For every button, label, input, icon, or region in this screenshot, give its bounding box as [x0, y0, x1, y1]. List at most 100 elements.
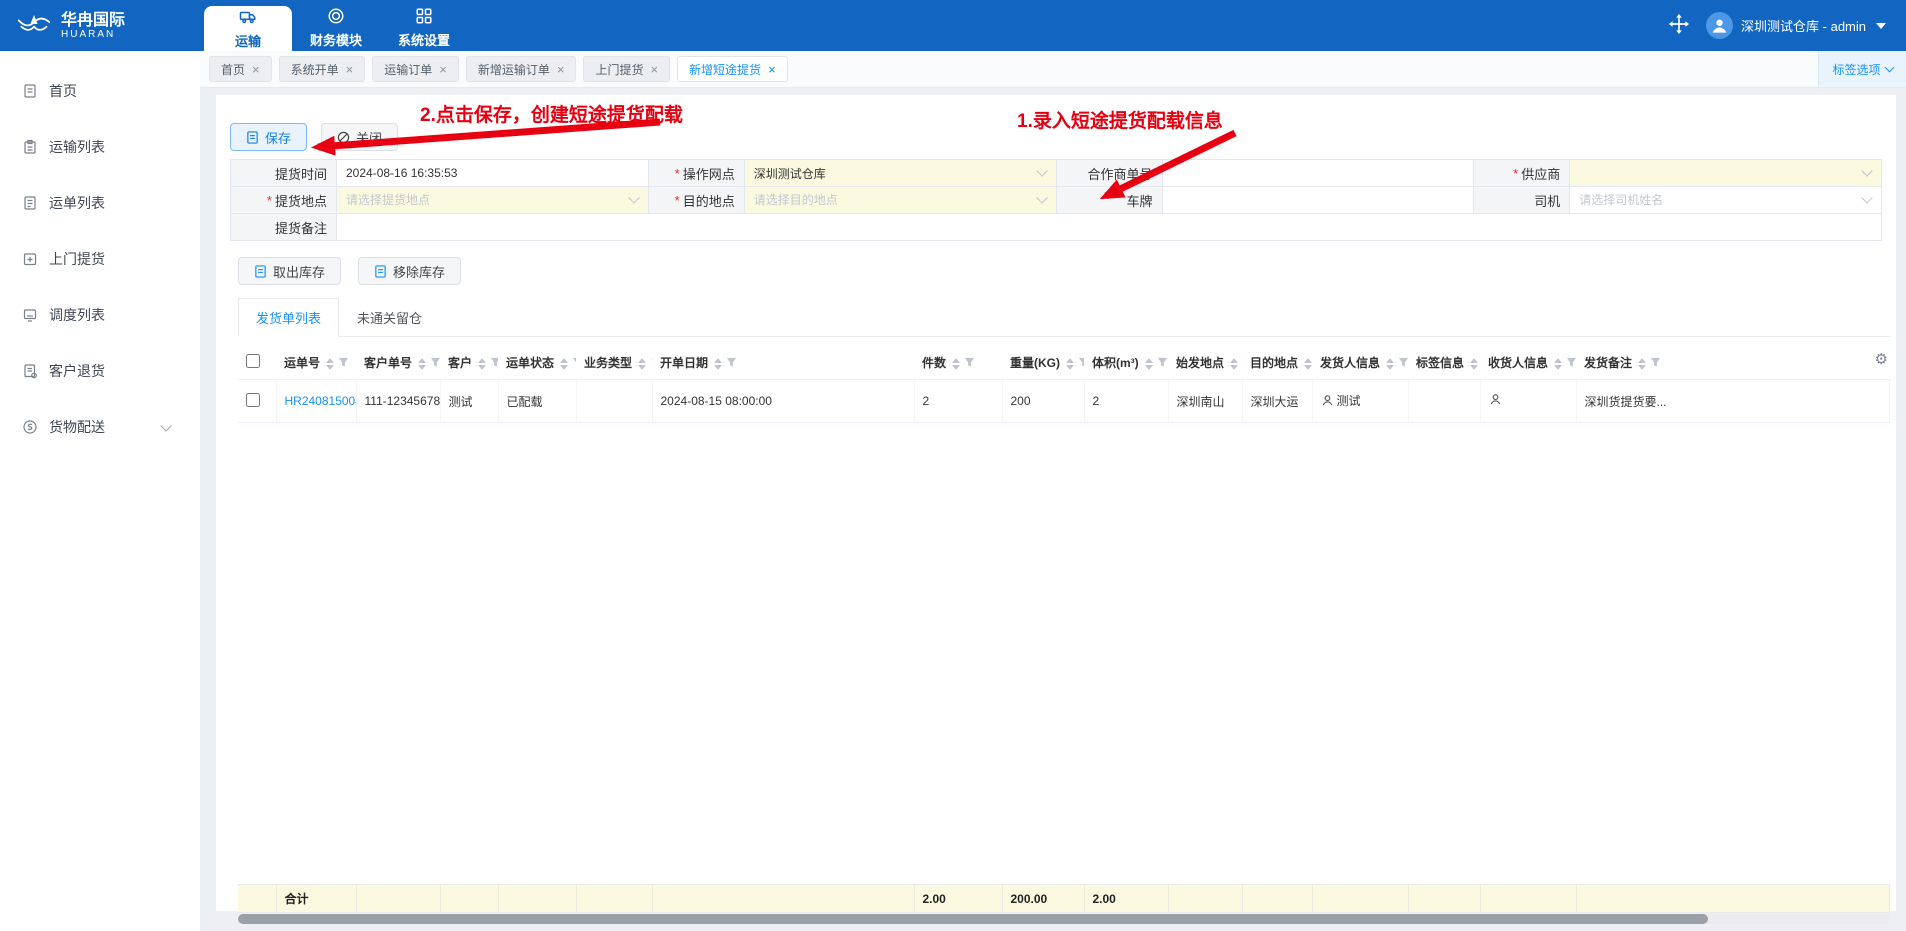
col-biz-type: 业务类型 [576, 345, 652, 380]
remove-stock-button[interactable]: 移除库存 [358, 257, 462, 285]
supplier-select[interactable] [1570, 160, 1881, 186]
sort-icon[interactable] [418, 357, 427, 370]
move-pan-icon[interactable] [1668, 13, 1690, 38]
filter-funnel-icon[interactable] [1566, 357, 1576, 371]
sort-icon[interactable] [478, 357, 487, 370]
filter-funnel-icon[interactable] [726, 357, 737, 371]
sidebar-item-door-pickup[interactable]: 上门提货 [0, 231, 200, 287]
sort-icon[interactable] [952, 357, 961, 370]
filter-funnel-icon[interactable] [572, 357, 576, 371]
user-menu[interactable]: 深圳测试仓库 - admin [1706, 12, 1886, 39]
close-icon[interactable]: × [346, 63, 354, 76]
sort-icon[interactable] [1144, 357, 1153, 370]
sort-icon[interactable] [560, 357, 569, 370]
gear-icon[interactable]: ⚙ [1875, 352, 1888, 367]
filter-funnel-icon[interactable] [1078, 357, 1084, 371]
sort-icon[interactable] [1304, 357, 1312, 370]
sort-icon[interactable] [326, 357, 335, 370]
station-select[interactable] [744, 160, 1056, 186]
col-destination: 目的地点 [1242, 345, 1312, 380]
filter-funnel-icon[interactable] [490, 357, 498, 371]
page-tab-system-billing[interactable]: 系统开单 × [278, 56, 366, 82]
filter-funnel-icon[interactable] [338, 357, 349, 371]
filter-funnel-icon[interactable] [1157, 357, 1168, 371]
row-checkbox[interactable] [246, 392, 260, 407]
destination-cell: 深圳大运 [1242, 379, 1313, 423]
close-icon[interactable]: × [439, 63, 447, 76]
filter-funnel-icon[interactable] [1650, 357, 1661, 371]
sort-icon[interactable] [714, 357, 723, 370]
person-icon [1321, 394, 1334, 410]
driver-cell [1570, 187, 1882, 214]
save-button[interactable]: 保存 [230, 123, 308, 151]
take-stock-button[interactable]: 取出库存 [238, 257, 342, 285]
filter-funnel-icon[interactable] [430, 357, 440, 371]
partner-no-label: 合作商单号 [1056, 160, 1163, 187]
pickup-place-label: 提货地点 [231, 187, 337, 214]
nav-tab-transport[interactable]: 运输 [204, 6, 292, 51]
sort-icon[interactable] [1470, 357, 1479, 370]
select-all-checkbox[interactable] [246, 354, 260, 368]
table-empty-space [238, 422, 1890, 885]
page-tab-transport-order[interactable]: 运输订单 × [372, 56, 459, 82]
sort-icon[interactable] [1554, 357, 1563, 370]
nav-tab-label: 运输 [234, 33, 261, 49]
partner-no-cell [1162, 160, 1475, 187]
sidebar-item-transport-list[interactable]: 运输列表 [0, 119, 200, 175]
close-button[interactable]: 关闭 [321, 123, 399, 151]
sort-icon[interactable] [638, 357, 647, 370]
page-tab-label: 新增短途提货 [689, 62, 762, 77]
sidebar-item-goods-delivery[interactable]: 货物配送 [0, 399, 200, 455]
sidebar-item-home[interactable]: 首页 [0, 63, 200, 119]
remark-cell [337, 214, 1882, 241]
close-button-label: 关闭 [356, 130, 383, 146]
customer-cell: 测试 [440, 379, 499, 423]
chevron-down-icon [1876, 22, 1886, 29]
filter-funnel-icon[interactable] [650, 357, 652, 371]
plate-input[interactable] [1162, 187, 1474, 213]
close-icon[interactable]: × [650, 63, 658, 76]
col-customer: 客户 [440, 345, 498, 380]
col-waybill-status: 运单状态 [498, 345, 576, 380]
close-icon[interactable]: × [557, 63, 565, 76]
weight-cell: 200 [1002, 379, 1085, 423]
document-icon [247, 130, 258, 144]
scrollbar-thumb[interactable] [238, 914, 1709, 924]
driver-label: 司机 [1474, 187, 1571, 214]
page-tab-new-transport-order[interactable]: 新增运输订单 × [465, 56, 577, 82]
sidebar-item-label: 首页 [49, 83, 77, 99]
dest-place-select[interactable] [744, 187, 1056, 213]
page-tab-door-pickup[interactable]: 上门提货 × [583, 56, 671, 82]
filter-funnel-icon[interactable] [964, 357, 975, 371]
tab-uncleared-warehouse[interactable]: 未通关留仓 [339, 298, 440, 337]
tab-shipment-list[interactable]: 发货单列表 [238, 298, 340, 337]
sort-icon[interactable] [1638, 357, 1647, 370]
annotation-step2: 2.点击保存，创建短途提货配载 [420, 105, 683, 126]
pickup-time-input[interactable] [337, 160, 648, 186]
nav-tab-finance[interactable]: 财务模块 [292, 0, 380, 51]
col-customer-no: 客户单号 [356, 345, 440, 380]
waybill-no-link[interactable]: HR240815004- [285, 394, 356, 408]
close-icon[interactable]: × [768, 63, 776, 76]
remark-input[interactable] [337, 214, 1881, 240]
close-icon[interactable]: × [252, 63, 260, 76]
tag-options-button[interactable]: 标签选项 [1818, 51, 1906, 87]
chevron-down-icon [160, 419, 172, 432]
col-shipping-remark: 发货备注 [1576, 345, 1890, 380]
sort-icon[interactable] [1386, 357, 1395, 370]
page-tab-home[interactable]: 首页 × [209, 56, 272, 82]
pickup-place-select[interactable] [337, 187, 648, 213]
partner-no-input[interactable] [1162, 160, 1474, 186]
sidebar-item-waybill-list[interactable]: 运单列表 [0, 175, 200, 231]
col-weight: 重量(KG) [1002, 345, 1084, 380]
sort-icon[interactable] [1230, 357, 1239, 370]
page-tab-new-short-pickup[interactable]: 新增短途提货 × [677, 56, 788, 82]
filter-funnel-icon[interactable] [1398, 357, 1408, 371]
sidebar-item-customer-return[interactable]: 客户退货 [0, 343, 200, 399]
sort-icon[interactable] [1066, 357, 1074, 370]
sidebar-item-dispatch-list[interactable]: 调度列表 [0, 287, 200, 343]
nav-tab-settings[interactable]: 系统设置 [380, 0, 468, 51]
driver-select[interactable] [1570, 187, 1881, 213]
tag-cell [1408, 379, 1481, 423]
circle-s-icon [23, 420, 37, 434]
